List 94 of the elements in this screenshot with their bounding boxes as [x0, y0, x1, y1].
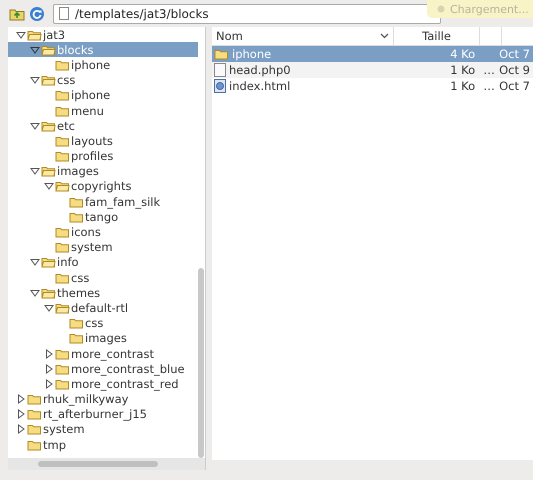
tree-item[interactable]: layouts	[8, 133, 198, 148]
expand-arrow-icon[interactable]	[44, 378, 54, 389]
file-type: …	[482, 63, 496, 77]
file-name: head.php0	[229, 63, 291, 77]
tree-item[interactable]: info	[8, 254, 198, 270]
folder-icon	[41, 44, 56, 56]
column-header[interactable]: Nom	[212, 27, 394, 45]
collapse-arrow-icon[interactable]	[44, 302, 54, 313]
folder-icon	[27, 28, 42, 41]
file-date: Oct 9	[499, 63, 531, 77]
expand-arrow-icon[interactable]	[16, 424, 26, 434]
path-field[interactable]: /templates/jat3/blocks	[53, 4, 441, 24]
tree-item[interactable]: themes	[8, 285, 198, 300]
folder-icon	[55, 378, 70, 390]
tree-item[interactable]: default-rtl	[8, 300, 198, 316]
tree-item[interactable]: icons	[8, 224, 198, 240]
collapse-arrow-icon[interactable]	[44, 181, 54, 192]
folder-up-icon[interactable]	[9, 6, 25, 20]
folder-icon	[69, 332, 84, 344]
tree-item[interactable]: iphone	[8, 88, 198, 103]
folder-icon	[55, 241, 70, 254]
folder-icon	[41, 256, 56, 268]
tree-item[interactable]: css	[8, 316, 198, 331]
folder-icon	[55, 272, 70, 284]
tree-item[interactable]: images	[8, 164, 198, 179]
folder-icon	[55, 104, 70, 117]
tree-item[interactable]: copyrights	[8, 178, 198, 194]
folder-icon	[27, 438, 42, 451]
folder-icon	[55, 302, 70, 314]
expand-arrow-icon[interactable]	[44, 364, 54, 374]
folder-icon	[69, 210, 84, 223]
collapse-arrow-icon[interactable]	[30, 166, 40, 176]
file-size: 1 Ko	[449, 63, 476, 77]
file-date: Oct 7	[499, 47, 531, 61]
folder-icon	[41, 165, 56, 178]
collapse-arrow-icon[interactable]	[16, 30, 26, 40]
scrollbar-thumb[interactable]	[198, 268, 204, 458]
folder-icon	[55, 134, 70, 147]
expand-arrow-icon[interactable]	[16, 409, 26, 420]
web-page-icon	[214, 79, 226, 93]
tree-item[interactable]: tango	[8, 209, 198, 224]
tree-item[interactable]: fam_fam_silk	[8, 194, 198, 210]
folder-icon	[69, 196, 84, 208]
file-date: Oct 7	[499, 79, 531, 93]
info-icon	[437, 5, 445, 13]
refresh-icon[interactable]	[29, 6, 45, 22]
tree-item[interactable]: menu	[8, 102, 198, 118]
column-header[interactable]: Taille	[394, 27, 480, 45]
file-size: 1 Ko	[449, 79, 476, 93]
tree-item[interactable]: css	[8, 72, 198, 88]
loading-notification: Chargement...	[427, 0, 533, 18]
tree-item[interactable]: images	[8, 330, 198, 346]
tree-item[interactable]: rhuk_milkyway	[8, 392, 198, 407]
tree-item[interactable]: more_contrast	[8, 346, 198, 362]
file-type: …	[482, 79, 496, 93]
folder-icon	[27, 423, 42, 436]
file-row[interactable]: head.php0 1 Ko … Oct 9	[212, 62, 533, 78]
folder-icon	[27, 408, 42, 420]
scrollbar-thumb[interactable]	[38, 461, 158, 467]
collapse-arrow-icon[interactable]	[30, 288, 40, 298]
file-icon	[59, 7, 69, 20]
collapse-arrow-icon[interactable]	[30, 44, 40, 55]
folder-icon	[55, 150, 70, 162]
folder-icon	[41, 120, 56, 132]
folder-icon	[55, 348, 70, 360]
expand-arrow-icon[interactable]	[44, 348, 54, 359]
expand-arrow-icon[interactable]	[16, 394, 26, 404]
tree-item[interactable]: css	[8, 270, 198, 286]
folder-icon	[41, 74, 56, 86]
collapse-arrow-icon[interactable]	[30, 75, 40, 86]
folder-icon	[55, 362, 70, 375]
collapse-arrow-icon[interactable]	[30, 120, 40, 131]
folder-icon	[27, 393, 42, 406]
folder-icon	[55, 180, 70, 192]
tree-item[interactable]: iphone	[8, 57, 198, 73]
tree-item[interactable]: profiles	[8, 148, 198, 164]
tree-item[interactable]: etc	[8, 118, 198, 134]
file-size: 4 Ko	[449, 47, 476, 61]
tree-item[interactable]: jat3	[8, 27, 198, 42]
folder-icon	[214, 48, 229, 60]
tree-item[interactable]: more_contrast_red	[8, 376, 198, 392]
file-name: iphone	[232, 47, 272, 61]
folder-icon	[41, 286, 56, 299]
tree-item[interactable]: system	[8, 422, 198, 438]
folder-icon	[55, 226, 70, 238]
file-name: index.html	[229, 79, 290, 93]
tree-item[interactable]: more_contrast_blue	[8, 361, 198, 376]
folder-icon	[69, 317, 84, 330]
tree-item[interactable]: system	[8, 240, 198, 255]
file-row[interactable]: index.html 1 Ko … Oct 7	[212, 78, 533, 94]
folder-icon	[55, 89, 70, 102]
collapse-arrow-icon[interactable]	[30, 257, 40, 268]
tree-item[interactable]: rt_afterburner_j15	[8, 406, 198, 422]
tree-item[interactable]: tmp	[8, 437, 198, 452]
